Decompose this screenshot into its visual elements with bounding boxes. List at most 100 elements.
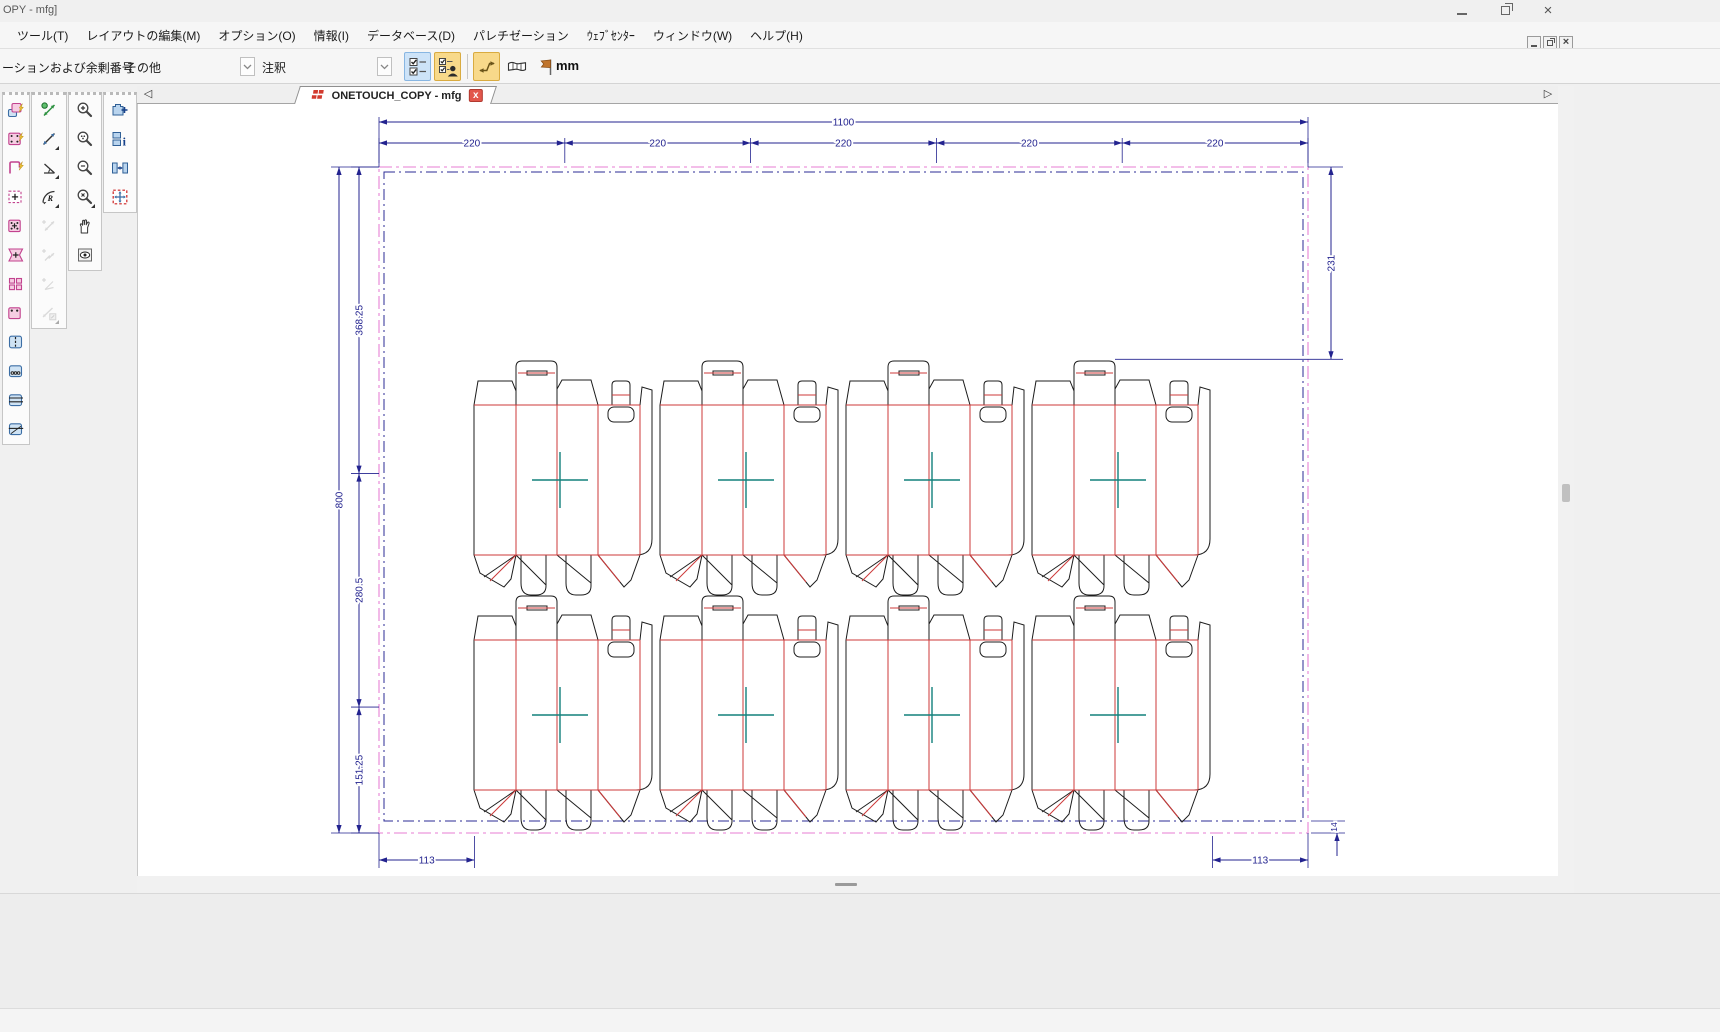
toggle-reverse-direction[interactable] [473, 52, 500, 81]
zoom-extents-icon [76, 188, 94, 206]
vertical-scrollbar[interactable] [1558, 86, 1574, 876]
station-number-combo-value[interactable]: その他 [125, 59, 161, 76]
carton-blank[interactable] [474, 596, 652, 830]
dimension[interactable]: 220 [565, 139, 751, 150]
menu-layout-edit[interactable]: レイアウトの編集(M) [77, 23, 209, 48]
dimension[interactable]: 1100 [379, 118, 1308, 129]
station-pair-icon [7, 304, 25, 322]
dimension[interactable]: 113 [1213, 856, 1308, 867]
minimize-button[interactable] [1445, 0, 1479, 22]
tool-fit-view[interactable] [108, 184, 132, 210]
station-number-combo-arrow[interactable] [240, 57, 255, 76]
tool-preview[interactable] [73, 242, 97, 268]
tool-strip-cut[interactable] [4, 416, 28, 442]
svg-text:i: i [123, 135, 127, 149]
dimension[interactable]: 220 [1122, 139, 1308, 150]
dimension[interactable]: 151.25 [355, 707, 366, 833]
tool-measure-line[interactable] [37, 126, 61, 152]
button-bridges[interactable] [503, 52, 530, 81]
menu-palletization[interactable]: パレチゼーション [464, 23, 578, 48]
carton-blank[interactable] [1032, 596, 1210, 830]
tool-station-grid[interactable] [4, 271, 28, 297]
tool-nest-copy-info[interactable]: i [108, 126, 132, 152]
dimension[interactable]: 280.5 [355, 474, 366, 708]
close-button[interactable]: × [1531, 0, 1565, 22]
carton-blank[interactable] [846, 361, 1024, 595]
horizontal-scrollbar[interactable] [137, 876, 1574, 893]
document-tab[interactable]: ONETOUCH_COPY - mfg x [294, 86, 497, 104]
dimension[interactable]: 14 [1329, 822, 1340, 856]
carton-blank[interactable] [660, 596, 838, 830]
measure-radius-icon: R [40, 188, 58, 206]
svg-text:14: 14 [1329, 822, 1339, 832]
tool-compress-station[interactable] [4, 242, 28, 268]
carton-blank[interactable] [660, 361, 838, 595]
annotation-combo-arrow[interactable] [377, 57, 392, 76]
tool-zoom-points[interactable] [73, 126, 97, 152]
annotation-combo-value[interactable]: 注釈 [262, 59, 286, 76]
tool-station-outline[interactable] [4, 155, 28, 181]
tool-zoom-out[interactable] [73, 155, 97, 181]
menu-tools[interactable]: ツール(T) [8, 23, 77, 48]
layout-net-outline[interactable] [384, 172, 1303, 821]
tool-measure-angle[interactable] [37, 155, 61, 181]
dimension[interactable]: 231 [1327, 167, 1338, 359]
tool-strip-lines[interactable] [4, 387, 28, 413]
carton-blank[interactable] [846, 596, 1024, 830]
tool-station-points[interactable] [4, 126, 28, 152]
tool-zoom-in[interactable] [73, 97, 97, 123]
carton-blank[interactable] [474, 361, 652, 595]
checklist-person-icon [437, 56, 459, 78]
nest-add-icon [111, 101, 129, 119]
dimension[interactable]: 220 [936, 139, 1122, 150]
tool-nest-gap[interactable] [108, 155, 132, 181]
menu-database[interactable]: データベース(D) [358, 23, 464, 48]
dimension[interactable]: 113 [379, 856, 474, 867]
tool-add-station-dashed[interactable] [4, 184, 28, 210]
tab-scroll-left-button[interactable]: ◁ [141, 87, 155, 100]
vertical-scrollbar-thumb[interactable] [1562, 484, 1570, 502]
tool-copy-station[interactable] [4, 97, 28, 123]
station-add-points-icon [7, 217, 25, 235]
checklist-icon [407, 56, 429, 78]
tool-pan[interactable] [73, 213, 97, 239]
zoom-out-icon [76, 159, 94, 177]
svg-text:113: 113 [1252, 856, 1268, 867]
dimension[interactable]: 368.25 [355, 167, 366, 474]
restore-button[interactable] [1488, 0, 1522, 22]
tool-zoom-extents[interactable] [73, 184, 97, 210]
menu-options[interactable]: オプション(O) [209, 23, 304, 48]
layout-tools-palette [2, 92, 30, 445]
svg-text:220: 220 [649, 139, 666, 150]
tool-station-pair[interactable] [4, 300, 28, 326]
dimension[interactable]: 220 [751, 139, 937, 150]
svg-text:800: 800 [335, 491, 346, 508]
move-distance-icon [40, 217, 58, 235]
toggle-operator-marks[interactable] [434, 52, 461, 81]
tool-add-station-points[interactable] [4, 213, 28, 239]
minimize-icon [1457, 2, 1467, 20]
tab-close-icon[interactable]: x [469, 89, 483, 102]
horizontal-scrollbar-thumb[interactable] [835, 883, 857, 886]
sheet-outline[interactable] [379, 167, 1308, 833]
restore-icon [1547, 40, 1553, 46]
menu-window[interactable]: ウィンドウ(W) [644, 23, 741, 48]
strip-lines-icon [7, 391, 25, 409]
tool-measure-radius[interactable]: R [37, 184, 61, 210]
dimension[interactable]: 800 [335, 167, 346, 833]
dimension[interactable]: 220 [379, 139, 565, 150]
toggle-station-numbers[interactable] [404, 52, 431, 81]
menu-webcenter[interactable]: ｳｪﾌﾞｾﾝﾀｰ [578, 23, 644, 48]
tool-strip-holes[interactable] [4, 358, 28, 384]
tool-nest-add[interactable] [108, 97, 132, 123]
menu-help[interactable]: ヘルプ(H) [741, 23, 812, 48]
tool-strip-rule[interactable] [4, 329, 28, 355]
menu-info[interactable]: 情報(I) [305, 23, 358, 48]
drawing-canvas[interactable]: 1100 220 220 220 220 220 800 368.25280.5151.25 2… [137, 104, 1558, 876]
carton-blank[interactable] [1032, 361, 1210, 595]
left-palette-area: Ri [0, 84, 137, 1032]
svg-text:220: 220 [1021, 139, 1038, 150]
tool-measure-distance[interactable] [37, 97, 61, 123]
restore-icon [1501, 2, 1510, 20]
tab-scroll-right-button[interactable]: ▷ [1541, 87, 1555, 100]
